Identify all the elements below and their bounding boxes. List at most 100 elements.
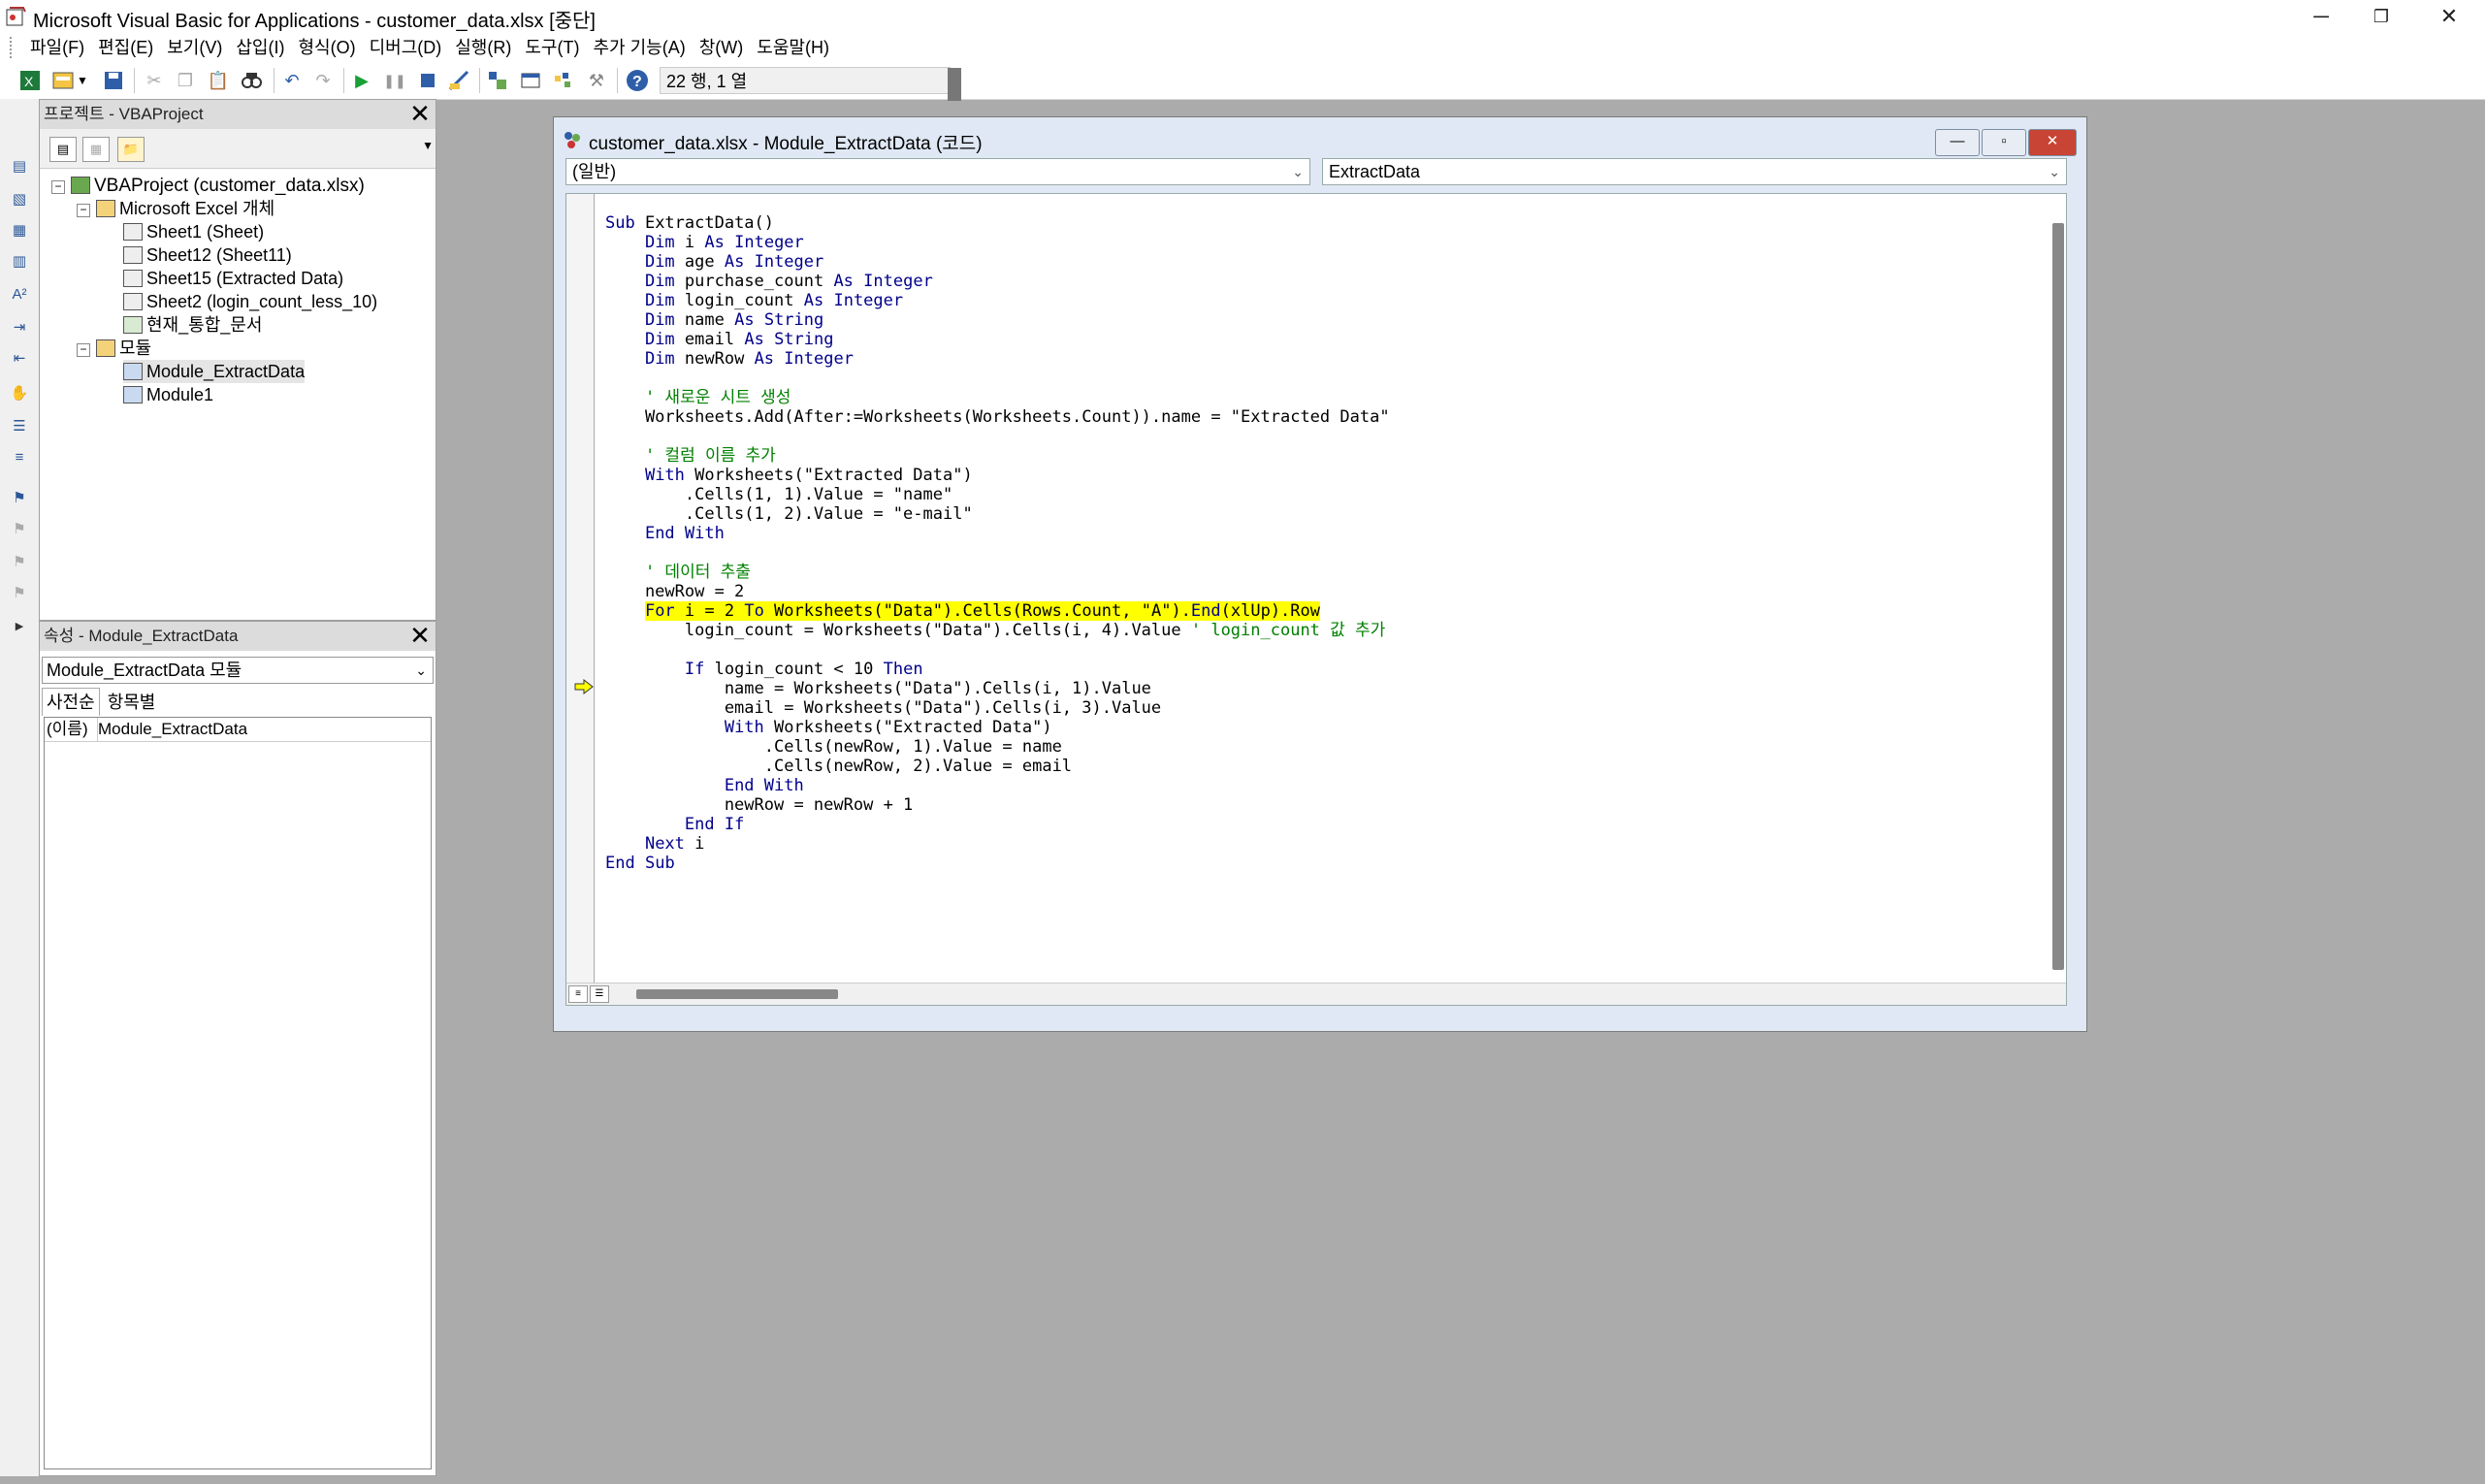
code-line: Dim purchase_count As Integer <box>644 272 933 291</box>
cut-icon[interactable]: ✂ <box>142 68 167 93</box>
full-module-view-icon[interactable]: ☰ <box>590 985 609 1003</box>
view-excel-icon[interactable]: X <box>17 68 43 93</box>
toggle-breakpoint-icon[interactable]: ✋ <box>8 382 31 405</box>
tree-node-sheet[interactable]: Sheet2 (login_count_less_10) <box>123 290 377 313</box>
code-line: login_count = Worksheets("Data").Cells(i… <box>605 621 1386 640</box>
tree-node-thisworkbook[interactable]: 현재_통합_문서 <box>123 313 262 337</box>
menu-debug[interactable]: 디버그(D) <box>363 33 449 62</box>
view-code-icon[interactable]: ▤ <box>49 137 77 162</box>
code-line: .Cells(1, 1).Value = "name" <box>605 485 953 504</box>
tree-node-vbaproject[interactable]: − VBAProject (customer_data.xlsx) <box>51 174 365 197</box>
menu-insert[interactable]: 삽입(I) <box>229 33 291 62</box>
project-panel-title: 프로젝트 - VBAProject <box>40 100 436 129</box>
svg-text:X: X <box>24 74 34 89</box>
code-window-title: customer_data.xlsx - Module_ExtractData … <box>589 134 983 154</box>
properties-panel-close-button[interactable]: ✕ <box>408 623 432 648</box>
collapse-icon[interactable]: − <box>77 204 90 217</box>
vba-app-icon <box>6 7 26 26</box>
project-explorer-icon[interactable] <box>485 68 510 93</box>
code-minimize-button[interactable]: — <box>1935 129 1980 156</box>
procedure-combo[interactable]: ExtractData ⌄ <box>1322 158 2067 185</box>
quick-info-icon[interactable]: ▦ <box>8 219 31 242</box>
menu-tools[interactable]: 도구(T) <box>518 33 586 62</box>
tree-node-sheet[interactable]: Sheet12 (Sheet11) <box>123 243 292 267</box>
toolbar-overflow-button[interactable] <box>948 68 961 101</box>
toolbar-overflow-icon[interactable]: ▶ <box>8 615 31 638</box>
view-object-icon[interactable]: ▦ <box>82 137 110 162</box>
code-restore-button[interactable]: ▫ <box>1982 129 2026 156</box>
menu-help[interactable]: 도움말(H) <box>750 33 836 62</box>
vertical-scrollbar[interactable] <box>2052 223 2064 970</box>
project-explorer-panel: 프로젝트 - VBAProject ✕ ▤ ▦ 📁 ▼ − VBAProject … <box>39 99 436 621</box>
indent-icon[interactable]: ⇥ <box>8 316 31 339</box>
tab-categorized[interactable]: 항목별 <box>104 689 160 716</box>
project-toolbar-dropdown-icon[interactable]: ▼ <box>422 139 434 152</box>
horizontal-scrollbar[interactable]: ≡ ☰ <box>566 983 2066 1005</box>
indicator-margin[interactable] <box>566 194 595 1005</box>
parameter-info-icon[interactable]: ▥ <box>8 250 31 274</box>
object-browser-icon[interactable] <box>551 68 576 93</box>
close-button[interactable]: ✕ <box>2415 0 2483 33</box>
tree-node-sheet[interactable]: Sheet1 (Sheet) <box>123 220 264 243</box>
next-bookmark-icon[interactable]: ⚑ <box>8 518 31 541</box>
code-line: Dim name As String <box>644 310 824 330</box>
procedure-view-icon[interactable]: ≡ <box>568 985 588 1003</box>
undo-icon[interactable]: ↶ <box>279 68 305 93</box>
save-icon[interactable] <box>101 68 126 93</box>
find-icon[interactable] <box>239 68 264 93</box>
minimize-button[interactable]: ─ <box>2287 0 2355 33</box>
code-line: If login_count < 10 Then <box>684 660 923 679</box>
code-line: ' 새로운 시트 생성 <box>644 388 791 407</box>
menu-run[interactable]: 실행(R) <box>448 33 518 62</box>
property-row[interactable]: (이름) Module_ExtractData <box>45 718 431 742</box>
design-mode-icon[interactable] <box>446 68 471 93</box>
comment-block-icon[interactable]: ☰ <box>8 415 31 438</box>
code-editor[interactable]: Sub ExtractData() Dim i As Integer Dim a… <box>565 193 2067 1006</box>
clear-bookmarks-icon[interactable]: ⚑ <box>8 582 31 605</box>
list-properties-icon[interactable]: ▤ <box>8 155 31 178</box>
properties-object-select[interactable]: Module_ExtractData 모듈 ⌄ <box>42 657 434 684</box>
collapse-icon[interactable]: − <box>77 343 90 357</box>
help-icon[interactable]: ? <box>625 68 650 93</box>
restore-button[interactable]: ❐ <box>2347 0 2415 33</box>
insert-userform-icon[interactable] <box>50 68 76 93</box>
run-icon[interactable]: ▶ <box>349 68 374 93</box>
insert-dropdown-icon[interactable]: ▼ <box>76 68 89 93</box>
menu-edit[interactable]: 편집(E) <box>91 33 160 62</box>
outdent-icon[interactable]: ⇤ <box>8 347 31 371</box>
tree-node-module-selected[interactable]: Module_ExtractData <box>123 360 306 383</box>
horizontal-scroll-thumb[interactable] <box>636 989 838 999</box>
sheet-icon <box>123 223 143 241</box>
tree-node-excel-objects[interactable]: − Microsoft Excel 개체 <box>77 197 274 220</box>
previous-bookmark-icon[interactable]: ⚑ <box>8 551 31 574</box>
menu-file[interactable]: 파일(F) <box>23 33 91 62</box>
menu-grip[interactable] <box>10 37 17 58</box>
code-close-button[interactable]: ✕ <box>2028 129 2077 156</box>
collapse-icon[interactable]: − <box>51 180 65 194</box>
properties-window-icon[interactable] <box>518 68 543 93</box>
tree-node-module[interactable]: Module1 <box>123 383 213 406</box>
toggle-folders-icon[interactable]: 📁 <box>117 137 145 162</box>
break-icon[interactable]: ❚❚ <box>382 68 407 93</box>
menu-window[interactable]: 창(W) <box>693 33 751 62</box>
toggle-bookmark-icon[interactable]: ⚑ <box>8 487 31 510</box>
tree-node-modules[interactable]: − 모듈 <box>77 337 151 360</box>
menu-addins[interactable]: 추가 기능(A) <box>586 33 692 62</box>
menu-view[interactable]: 보기(V) <box>160 33 229 62</box>
svg-text:?: ? <box>632 74 642 90</box>
complete-word-icon[interactable]: A² <box>8 283 31 306</box>
redo-icon[interactable]: ↷ <box>310 68 336 93</box>
menu-format[interactable]: 형식(O) <box>291 33 362 62</box>
tree-node-sheet[interactable]: Sheet15 (Extracted Data) <box>123 267 343 290</box>
reset-icon[interactable] <box>415 68 440 93</box>
object-combo[interactable]: (일반) ⌄ <box>565 158 1310 185</box>
project-panel-close-button[interactable]: ✕ <box>408 101 432 126</box>
code-line: With Worksheets("Extracted Data") <box>724 718 1052 737</box>
copy-icon[interactable]: ❐ <box>173 68 198 93</box>
toolbox-icon[interactable]: ⚒ <box>584 68 609 93</box>
uncomment-block-icon[interactable]: ≡ <box>8 446 31 469</box>
paste-icon[interactable]: 📋 <box>206 68 231 93</box>
tab-alphabetic[interactable]: 사전순 <box>42 688 100 716</box>
list-constants-icon[interactable]: ▧ <box>8 188 31 211</box>
standard-toolbar: X ▼ ✂ ❐ 📋 ↶ ↷ ▶ ❚❚ ⚒ ? 22 행, 1 열 <box>0 62 2485 101</box>
